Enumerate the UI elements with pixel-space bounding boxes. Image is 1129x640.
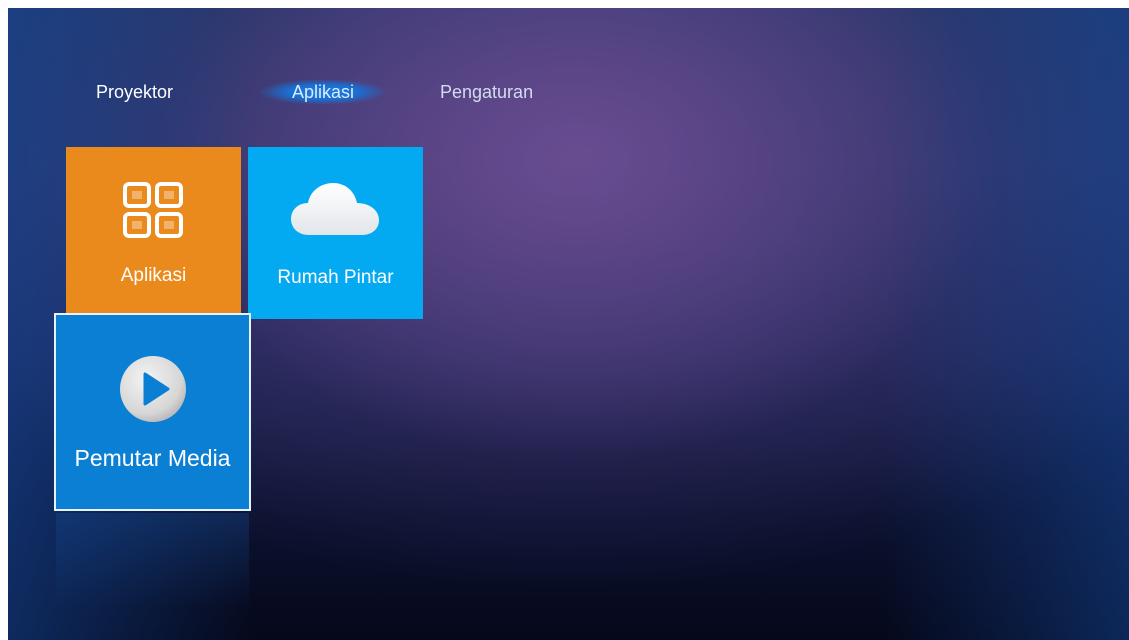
launcher-screen: Proyektor Aplikasi Pengaturan Aplikasi R… [8, 8, 1129, 640]
apps-grid-icon [123, 182, 183, 238]
tab-pengaturan[interactable]: Pengaturan [440, 80, 533, 104]
play-circle-icon [120, 356, 186, 422]
tab-proyektor[interactable]: Proyektor [96, 80, 173, 104]
cloud-icon [291, 183, 379, 235]
tile-aplikasi-label: Aplikasi [120, 265, 187, 286]
tab-aplikasi[interactable]: Aplikasi [258, 80, 388, 104]
tile-reflection [56, 513, 249, 608]
tile-rumah-pintar-label: Rumah Pintar [277, 267, 394, 288]
tile-pemutar-media[interactable]: Pemutar Media [54, 313, 251, 511]
tile-rumah-pintar[interactable]: Rumah Pintar [248, 147, 423, 319]
tile-aplikasi[interactable]: Aplikasi [66, 147, 241, 319]
tile-pemutar-media-label: Pemutar Media [74, 445, 231, 471]
